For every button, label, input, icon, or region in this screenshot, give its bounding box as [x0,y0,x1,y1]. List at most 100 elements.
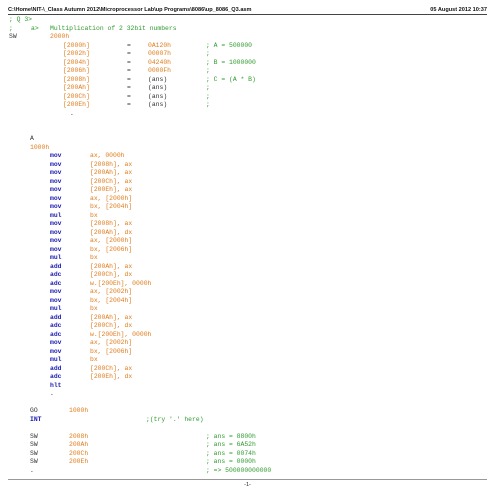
mnemonic: mov [50,203,62,210]
code-line: SW 2000h [0,33,495,42]
instruction-line: add [200Ah], ax [0,263,495,272]
operands: ax, [2002h] [90,288,133,295]
code-line: [2006h] = 0000Fh; [0,67,495,76]
mnemonic: mov [50,169,62,176]
comment: ;(try '.' here) [146,415,204,423]
equals-sign: = [127,92,131,100]
memory-address: [200Ah] [63,84,90,91]
operands: [200Ch], dx [90,271,133,278]
instruction-line: mov [200Ah], dx [0,229,495,238]
memory-address: [2000h] [63,41,90,49]
code-line: . [0,390,495,399]
instruction-line: mov bx, [2004h] [0,297,495,306]
code-line: [200Ah] = (ans); [0,84,495,93]
comment: ; A = 500000 [206,41,253,49]
equals-sign: = [127,58,131,66]
mnemonic: mov [50,194,62,202]
terminator-dot: . [70,109,74,117]
mnemonic: mov [50,296,62,304]
terminator-dot: . [30,466,34,474]
code-listing: ; Q 3> ; a> Multiplication of 2 32bit nu… [0,16,495,475]
data-table: [2000h] = 0A120h ; A = 500000 [2002h] = 00007h… [0,42,495,110]
directive-sw: SW [30,449,38,457]
address: 200Ah [69,441,89,448]
operands: [200Eh], ax [90,186,133,193]
memory-value: (ans) [148,92,168,100]
mnemonic: adc [50,330,62,338]
code-line: A [0,135,495,144]
operands: w.[200Eh], 0000h [90,279,152,287]
mnemonic: mov [50,245,62,253]
instruction-line: mul bx [0,212,495,221]
address: 200Eh [69,458,89,465]
equals-sign: = [127,75,131,83]
instruction-line: adc [200Eh], dx [0,373,495,382]
comment: ; [206,50,210,57]
page-number: -1- [244,482,251,488]
operands: w.[200Eh], 0000h [90,330,152,338]
operands: bx, [2006h] [90,347,133,355]
mnemonic: mul [50,305,62,312]
instruction-line: adc [200Ch], dx [0,322,495,331]
comment: a> [31,24,39,32]
memory-address: [200Ch] [63,92,90,100]
comment: ; ans = 0074h [206,449,256,457]
operands: [2008h], ax [90,220,133,227]
directive-sw: SW [9,33,17,40]
instruction-line: add [200Ah], ax [0,314,495,323]
instruction-line: mul bx [0,254,495,263]
instruction-line: adc w.[200Eh], 0000h [0,280,495,289]
code-line: . [0,110,495,119]
instruction-line: mov [200Eh], ax [0,186,495,195]
comment: ; => 500000000000 [206,466,272,474]
code-line: SW 200Eh ; ans = 0000h [0,458,495,467]
memory-address: [2004h] [63,58,90,66]
mnemonic: hlt [50,381,62,389]
comment: ; ans = 0000h [206,458,256,465]
operands: ax, [2000h] [90,237,133,244]
mnemonic: mov [50,228,62,236]
instruction-line: mul bx [0,356,495,365]
comment: ; [9,24,13,32]
mnemonic: add [50,262,62,270]
mnemonic: adc [50,271,62,278]
comment: ; ans = 8800h [206,432,256,440]
label-a: A [30,135,34,142]
operands: [200Ch], ax [90,177,133,185]
code-line: [200Ch] = (ans); [0,93,495,102]
memory-value: (ans) [148,75,168,83]
comment: ; [206,92,210,100]
memory-value: (ans) [148,101,168,108]
result-table: SW 2008h ; ans = 8800h SW 200Ah ; ans = 6A52h… [0,433,495,467]
operands: ax, 0000h [90,152,125,159]
mnemonic: mul [50,356,62,363]
instruction-line: mov ax, [2002h] [0,288,495,297]
mnemonic: mov [50,152,62,159]
directive-sw: SW [30,458,38,465]
operands: ax, [2002h] [90,339,133,346]
instruction-line: mul bx [0,305,495,314]
operands: bx, [2006h] [90,245,133,253]
operands: ax, [2000h] [90,194,133,202]
memory-address: [2008h] [63,75,90,83]
instruction-line: mov bx, [2004h] [0,203,495,212]
mnemonic: add [50,313,62,321]
mnemonic: mov [50,339,62,346]
instruction-line: mov ax, [2002h] [0,339,495,348]
operands: bx, [2004h] [90,296,133,304]
operands: bx, [2004h] [90,203,133,210]
equals-sign: = [127,50,131,57]
operands: [200Ah], ax [90,262,133,270]
comment: ; ans = 6A52h [206,441,256,448]
operands: [200Ch], ax [90,364,133,372]
comment: ; C = (A * B) [206,75,256,83]
go-address: 1000h [69,407,89,414]
instruction-line: mov [200Ch], ax [0,178,495,187]
code-line: SW 200Ah ; ans = 6A52h [0,441,495,450]
comment: ; B = 1000000 [206,58,256,66]
comment: ; [206,84,210,91]
mnemonic: mov [50,220,62,227]
mnemonic: mul [50,254,62,261]
